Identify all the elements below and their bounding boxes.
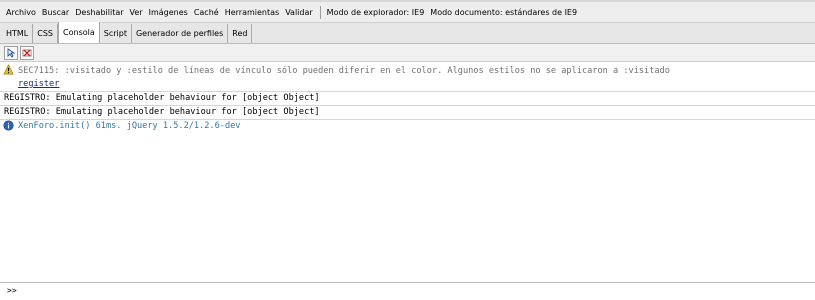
register-link[interactable]: register bbox=[18, 78, 59, 91]
select-element-icon bbox=[7, 47, 16, 58]
select-element-button[interactable] bbox=[4, 45, 18, 60]
log-message: REGISTRO: Emulating placeholder behaviou… bbox=[4, 107, 320, 117]
menu-ver[interactable]: Ver bbox=[130, 8, 143, 17]
menu-archivo[interactable]: Archivo bbox=[6, 8, 36, 17]
tab-consola[interactable]: Consola bbox=[58, 22, 100, 43]
browser-mode-menu[interactable]: Modo de explorador: IE9 bbox=[327, 8, 425, 17]
warning-icon bbox=[3, 64, 14, 75]
tab-script[interactable]: Script bbox=[100, 24, 132, 43]
menu-imagenes[interactable]: Imágenes bbox=[149, 8, 188, 17]
devtools-tab-bar: HTML CSS Consola Script Generador de per… bbox=[0, 22, 815, 44]
document-mode-menu[interactable]: Modo documento: estándares de IE9 bbox=[430, 8, 577, 17]
menu-deshabilitar[interactable]: Deshabilitar bbox=[75, 8, 123, 17]
console-output: SEC7115: :visitado y :estilo de líneas d… bbox=[0, 62, 815, 280]
tab-generador-de-perfiles[interactable]: Generador de perfiles bbox=[132, 24, 229, 43]
info-message: XenForo.init() 61ms. jQuery 1.5.2/1.2.6-… bbox=[18, 121, 241, 131]
command-prompt: >> bbox=[7, 286, 17, 295]
menu-bar: Archivo Buscar Deshabilitar Ver Imágenes… bbox=[0, 2, 815, 23]
command-input[interactable] bbox=[22, 284, 802, 298]
tab-html[interactable]: HTML bbox=[2, 24, 34, 43]
clear-console-button[interactable] bbox=[20, 45, 34, 60]
menu-herramientas[interactable]: Herramientas bbox=[225, 8, 280, 17]
clear-console-icon bbox=[22, 49, 32, 56]
tab-red[interactable]: Red bbox=[228, 24, 253, 43]
tab-css[interactable]: CSS bbox=[33, 24, 59, 43]
console-toolbar bbox=[0, 44, 815, 62]
command-line: >> bbox=[0, 282, 815, 300]
info-icon bbox=[3, 120, 14, 131]
menu-buscar[interactable]: Buscar bbox=[42, 8, 69, 17]
menu-cache[interactable]: Caché bbox=[194, 8, 219, 17]
log-message: REGISTRO: Emulating placeholder behaviou… bbox=[4, 93, 320, 103]
menu-validar[interactable]: Validar bbox=[285, 8, 312, 17]
menu-separator bbox=[319, 5, 321, 19]
warning-message: SEC7115: :visitado y :estilo de líneas d… bbox=[18, 66, 670, 76]
